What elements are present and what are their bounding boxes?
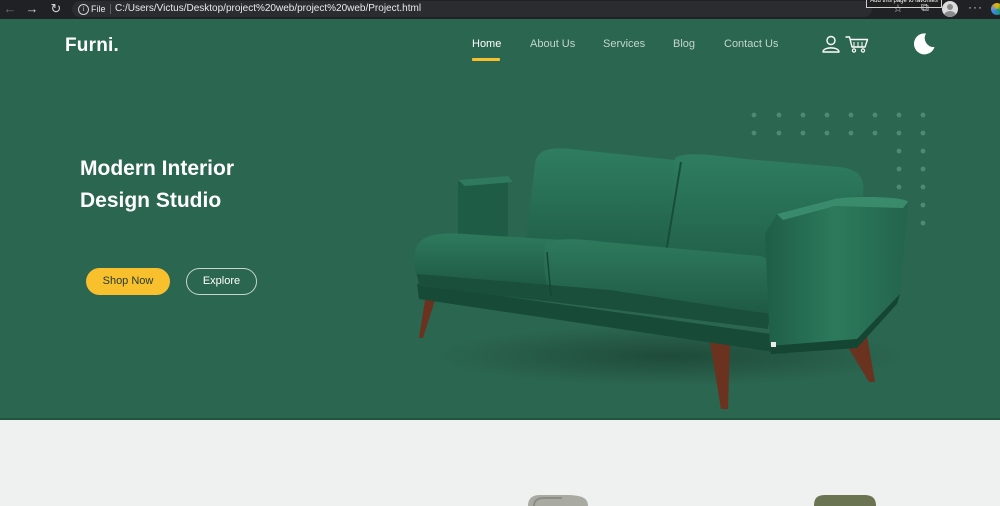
nav-active-indicator xyxy=(472,58,500,61)
nav-about-us[interactable]: About Us xyxy=(530,38,575,50)
arrow-left-icon[interactable]: ← xyxy=(2,1,18,17)
avatar[interactable] xyxy=(942,1,958,17)
nav-services[interactable]: Services xyxy=(603,38,645,50)
address-divider xyxy=(110,4,111,14)
dot xyxy=(824,112,830,118)
dot xyxy=(751,112,757,118)
product-image-armchair xyxy=(814,495,876,506)
hero-title-line-1: Modern Interior xyxy=(80,157,235,180)
favorites-tooltip: Add this page to favorites xyxy=(866,0,942,8)
hero-title-line-2: Design Studio xyxy=(80,189,222,212)
arrow-right-icon[interactable]: → xyxy=(24,1,40,17)
dot xyxy=(920,148,926,154)
nav-contact-us[interactable]: Contact Us xyxy=(724,38,778,50)
dot xyxy=(776,112,782,118)
shop-now-button[interactable]: Shop Now xyxy=(86,268,170,295)
dot xyxy=(920,184,926,190)
dot xyxy=(800,112,806,118)
nav-home[interactable]: Home xyxy=(472,38,501,50)
dot xyxy=(896,112,902,118)
dot xyxy=(920,130,926,136)
sofa-image xyxy=(414,148,908,409)
nav-blog[interactable]: Blog xyxy=(673,38,695,50)
address-bar[interactable]: i File C:/Users/Victus/Desktop/project%2… xyxy=(72,1,872,17)
hero-section: Furni. Home About Us Services Blog Conta… xyxy=(0,19,1000,419)
dot xyxy=(920,166,926,172)
reload-icon[interactable]: ↻ xyxy=(48,1,64,17)
dot xyxy=(920,202,926,208)
cart-icon[interactable] xyxy=(845,35,869,53)
url-text[interactable]: C:/Users/Victus/Desktop/project%20web/pr… xyxy=(115,1,421,17)
hero-title: Modern Interior Design Studio xyxy=(80,153,380,217)
dot xyxy=(872,112,878,118)
moon-icon[interactable] xyxy=(912,32,936,56)
products-section xyxy=(0,420,1000,506)
edge-sidebar-icon[interactable] xyxy=(991,3,1000,15)
dot xyxy=(920,220,926,226)
user-icon[interactable] xyxy=(821,35,841,53)
explore-button[interactable]: Explore xyxy=(186,268,257,295)
info-icon[interactable]: i xyxy=(78,4,89,15)
dot xyxy=(920,112,926,118)
browser-toolbar: ← → ↻ i File C:/Users/Victus/Desktop/pro… xyxy=(0,0,1000,19)
site-logo[interactable]: Furni. xyxy=(65,35,119,57)
product-image-chair xyxy=(528,495,588,506)
collections-icon[interactable]: ⧉ xyxy=(921,2,929,15)
star-icon[interactable]: ☆ xyxy=(893,2,903,15)
scheme-label: File xyxy=(91,4,106,14)
ellipsis-icon[interactable]: ··· xyxy=(968,0,983,14)
dot xyxy=(848,112,854,118)
